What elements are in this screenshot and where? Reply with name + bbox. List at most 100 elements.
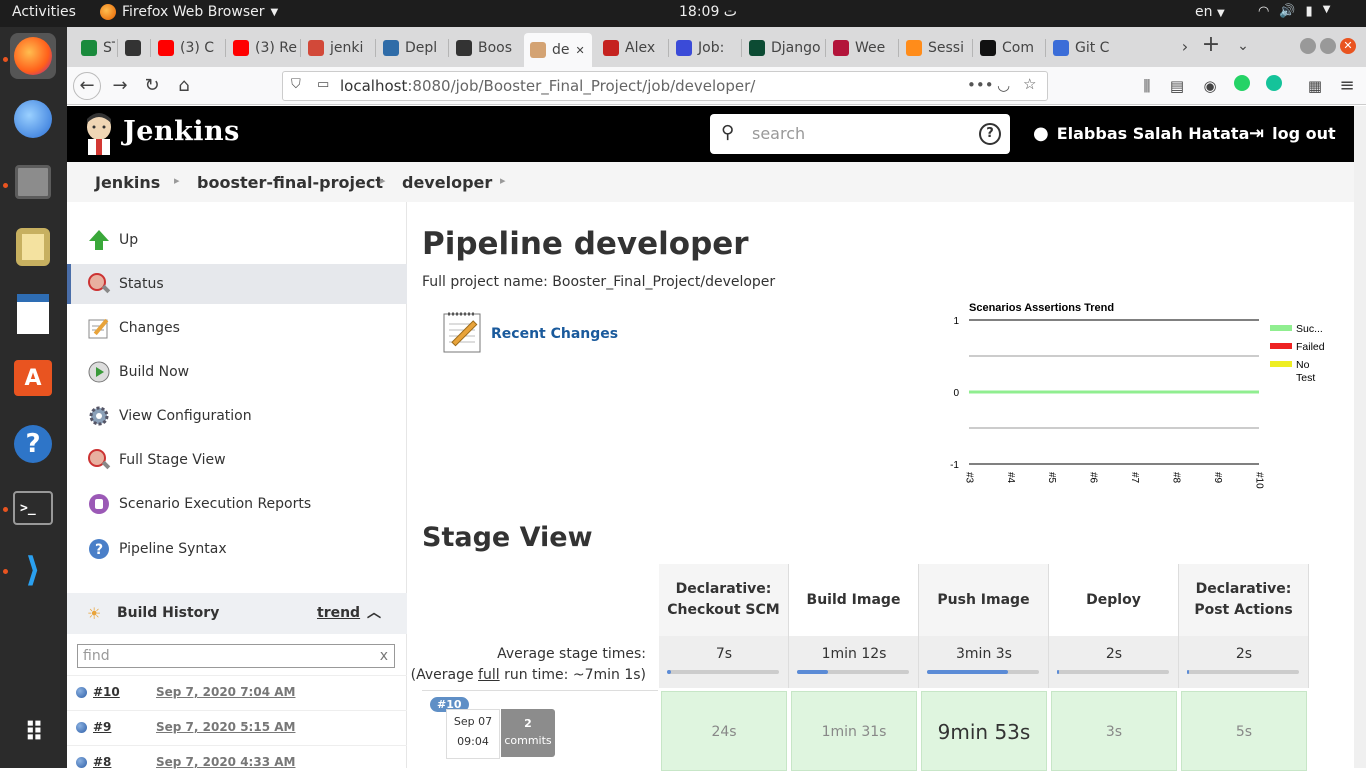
- recent-changes-link[interactable]: Recent Changes: [491, 326, 618, 342]
- reload-button[interactable]: ↻: [140, 74, 164, 98]
- clear-find-icon[interactable]: x: [380, 645, 388, 667]
- extensions-icon[interactable]: ▦: [1303, 74, 1327, 98]
- browser-tab[interactable]: (3) Re: [227, 33, 297, 63]
- stage-cell-success[interactable]: 3s: [1051, 691, 1177, 771]
- build-date-link[interactable]: Sep 7, 2020 7:04 AM: [156, 685, 295, 699]
- terminal-dock-icon[interactable]: >_: [10, 485, 56, 531]
- system-tray[interactable]: ◠ 🔊 ▮ ▼: [1258, 4, 1330, 19]
- forward-button[interactable]: →: [108, 74, 132, 98]
- build-number-link[interactable]: #10: [93, 685, 120, 699]
- browser-tab[interactable]: Sessi: [900, 33, 968, 63]
- build-date-link[interactable]: Sep 7, 2020 5:15 AM: [156, 720, 295, 734]
- app-menu-label: Firefox Web Browser: [122, 4, 265, 20]
- build-history-find-input[interactable]: find x: [77, 644, 395, 668]
- task-changes[interactable]: Changes: [67, 308, 407, 348]
- browser-tab[interactable]: Git C: [1047, 33, 1115, 63]
- breadcrumb-jenkins[interactable]: Jenkins: [95, 173, 160, 192]
- task-pipeline-syntax[interactable]: ? Pipeline Syntax: [67, 529, 407, 569]
- tab-label: Django:: [771, 40, 821, 56]
- grammarly-extension-icon[interactable]: [1262, 74, 1286, 98]
- page-scrollbar[interactable]: [1354, 106, 1366, 768]
- help-icon[interactable]: ?: [979, 123, 1001, 145]
- full-run-link[interactable]: full: [478, 667, 500, 683]
- stage-cell-success[interactable]: 9min 53s: [921, 691, 1047, 771]
- close-window-button[interactable]: ✕: [1340, 38, 1356, 54]
- library-icon[interactable]: ⫼: [1135, 74, 1159, 98]
- app-menu[interactable]: Firefox Web Browser ▼: [100, 4, 278, 20]
- pocket-icon[interactable]: ◡: [997, 76, 1010, 94]
- stage-cell-success[interactable]: 1min 31s: [791, 691, 917, 771]
- task-full-stage-view[interactable]: Full Stage View: [67, 440, 407, 480]
- files-dock-icon[interactable]: [10, 159, 56, 205]
- build-number-link[interactable]: #8: [93, 755, 111, 769]
- activities-button[interactable]: Activities: [12, 4, 76, 20]
- browser-tab[interactable]: [119, 33, 147, 63]
- status-icon: [87, 272, 111, 296]
- chevron-right-icon[interactable]: ▸: [174, 174, 180, 187]
- chevron-right-icon[interactable]: ▸: [500, 174, 506, 187]
- firefox-dock-icon[interactable]: [10, 33, 56, 79]
- notepad-icon[interactable]: [442, 310, 484, 358]
- task-scenario-execution-reports[interactable]: Scenario Execution Reports: [67, 484, 407, 524]
- task-build-now[interactable]: Build Now: [67, 352, 407, 392]
- maximize-button[interactable]: [1320, 38, 1336, 54]
- stage-cell-success[interactable]: 24s: [661, 691, 787, 771]
- help-dock-icon[interactable]: ?: [10, 421, 56, 467]
- new-tab-button[interactable]: +: [1199, 33, 1223, 57]
- browser-tab[interactable]: Boos: [450, 33, 518, 63]
- page-info-icon[interactable]: ▭: [317, 77, 329, 92]
- jenkins-logo-icon[interactable]: [82, 113, 116, 155]
- rhythmbox-dock-icon[interactable]: [10, 224, 56, 270]
- tab-scroll-right-icon[interactable]: ›: [1173, 35, 1197, 59]
- stage-cell-success[interactable]: 5s: [1181, 691, 1307, 771]
- collapse-icon[interactable]: ︿: [367, 602, 381, 622]
- task-view-configuration[interactable]: View Configuration: [67, 396, 407, 436]
- browser-tab[interactable]: Depl: [377, 33, 445, 63]
- task-up[interactable]: Up: [67, 220, 407, 260]
- build-commits-badge[interactable]: 2 commits: [501, 709, 555, 757]
- browser-tab[interactable]: Job:: [670, 33, 738, 63]
- chart-x-tick-label: #3: [963, 472, 974, 484]
- url-bar[interactable]: ⛉ ▭ localhost:8080/job/Booster_Final_Pro…: [282, 71, 1048, 101]
- menu-icon[interactable]: ≡: [1335, 74, 1359, 98]
- whatsapp-extension-icon[interactable]: [1230, 74, 1254, 98]
- thunderbird-dock-icon[interactable]: [10, 96, 56, 142]
- vscode-dock-icon[interactable]: ⟩: [10, 547, 56, 593]
- build-number-link[interactable]: #9: [93, 720, 111, 734]
- minimize-button[interactable]: [1300, 38, 1316, 54]
- sidebar-icon[interactable]: ▤: [1165, 74, 1189, 98]
- browser-tab[interactable]: jenki: [302, 33, 372, 63]
- logout-link[interactable]: ⇥ log out: [1249, 123, 1336, 144]
- home-button[interactable]: ⌂: [172, 74, 196, 98]
- build-history-row: #9 Sep 7, 2020 5:15 AM: [67, 710, 407, 745]
- clock[interactable]: 18:09 ت: [668, 4, 748, 20]
- app-grid-icon[interactable]: ⠿: [10, 710, 56, 756]
- writer-dock-icon[interactable]: [10, 291, 56, 337]
- bookmark-star-icon[interactable]: ☆: [1023, 75, 1036, 93]
- jenkins-brand[interactable]: Jenkins: [123, 116, 240, 147]
- chevron-right-icon[interactable]: ▸: [380, 174, 386, 187]
- browser-tab[interactable]: Wee: [827, 33, 895, 63]
- breadcrumb-project[interactable]: booster-final-project: [197, 173, 383, 192]
- page-actions-icon[interactable]: •••: [967, 76, 994, 94]
- breadcrumb-developer[interactable]: developer: [402, 173, 492, 192]
- software-dock-icon[interactable]: A: [10, 355, 56, 401]
- browser-tab[interactable]: de ✕: [524, 33, 592, 67]
- language-indicator[interactable]: en ▼: [1195, 4, 1225, 20]
- browser-tab[interactable]: ST!: [75, 33, 115, 63]
- shield-icon[interactable]: ⛉: [291, 77, 301, 92]
- account-icon[interactable]: ◉: [1198, 74, 1222, 98]
- user-link[interactable]: ● Elabbas Salah Hatata: [1033, 123, 1249, 144]
- browser-tab[interactable]: Com: [974, 33, 1042, 63]
- close-tab-icon[interactable]: ✕: [576, 44, 585, 57]
- build-date-link[interactable]: Sep 7, 2020 4:33 AM: [156, 755, 295, 769]
- browser-tab[interactable]: (3) C: [152, 33, 222, 63]
- task-status[interactable]: Status: [67, 264, 407, 304]
- browser-tab[interactable]: Alex: [597, 33, 665, 63]
- trend-link[interactable]: trend: [317, 605, 360, 621]
- back-button[interactable]: ←: [73, 72, 101, 100]
- search-box[interactable]: ⚲ search ?: [710, 114, 1010, 154]
- list-all-tabs-icon[interactable]: ⌄: [1231, 34, 1255, 58]
- browser-tab[interactable]: Django:: [743, 33, 821, 63]
- search-input[interactable]: search: [752, 124, 805, 143]
